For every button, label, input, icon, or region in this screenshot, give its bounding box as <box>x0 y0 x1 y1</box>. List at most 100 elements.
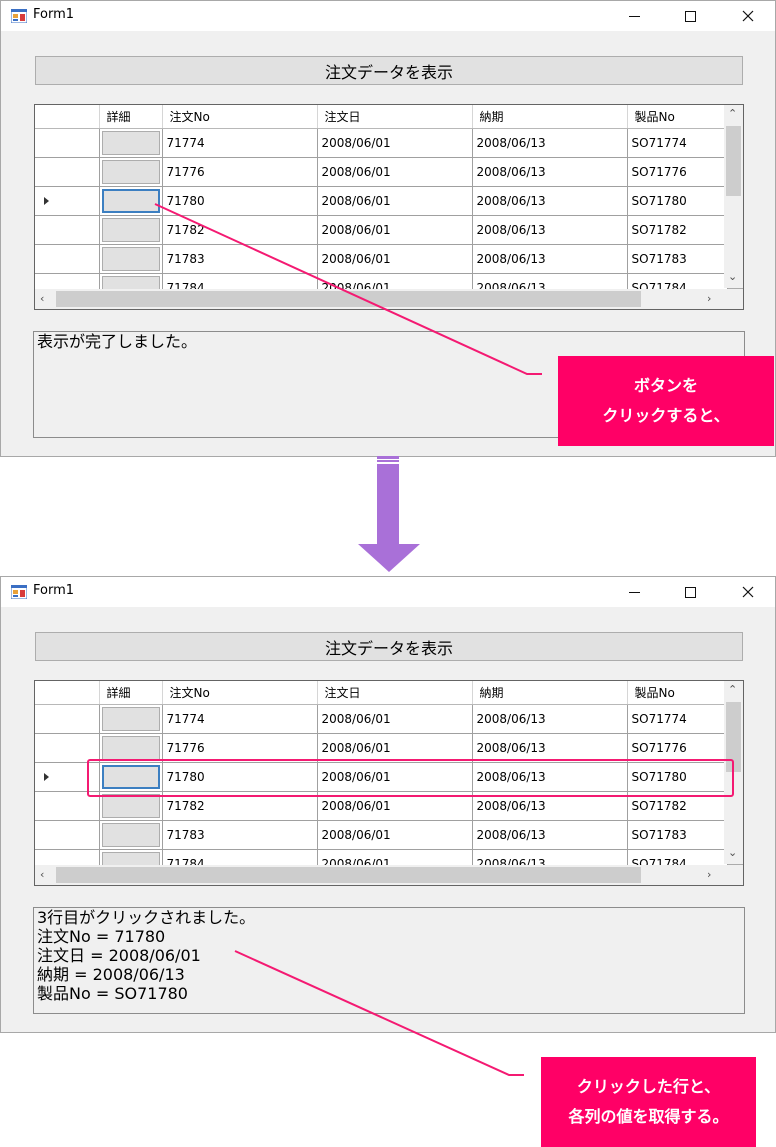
detail-cell-button[interactable] <box>101 706 160 731</box>
scroll-right-icon[interactable]: › <box>707 293 711 304</box>
row-header[interactable] <box>35 186 100 216</box>
column-header[interactable]: 詳細 <box>99 105 163 129</box>
column-header[interactable]: 納期 <box>472 681 628 705</box>
cell-order-no[interactable]: 71776 <box>162 733 318 763</box>
cell-order-no[interactable]: 71774 <box>162 704 318 734</box>
cell-product-no[interactable]: SO71782 <box>627 791 728 821</box>
table-row[interactable]: 71774 2008/06/01 2008/06/13 SO71774 <box>35 128 728 158</box>
scroll-up-icon[interactable]: ⌃ <box>728 108 737 119</box>
table-row[interactable]: 71774 2008/06/01 2008/06/13 SO71774 <box>35 704 728 734</box>
cell-due-date[interactable]: 2008/06/13 <box>472 704 628 734</box>
cell-order-date[interactable]: 2008/06/01 <box>317 762 473 792</box>
cell-product-no[interactable]: SO71780 <box>627 186 728 216</box>
cell-product-no[interactable]: SO71780 <box>627 762 728 792</box>
column-header[interactable]: 詳細 <box>99 681 163 705</box>
vertical-scrollbar[interactable]: ⌃ ⌄ <box>724 681 743 864</box>
row-header[interactable] <box>35 215 100 245</box>
column-header[interactable]: 注文No <box>162 681 318 705</box>
horizontal-scrollbar[interactable]: ‹ › <box>35 289 724 309</box>
cell-product-no[interactable]: SO71776 <box>627 733 728 763</box>
row-header[interactable] <box>35 244 100 274</box>
cell-product-no[interactable]: SO71774 <box>627 704 728 734</box>
detail-cell-button[interactable] <box>101 188 160 213</box>
cell-order-no[interactable]: 71780 <box>162 186 318 216</box>
table-row[interactable]: 71782 2008/06/01 2008/06/13 SO71782 <box>35 215 728 245</box>
detail-cell-button[interactable] <box>101 159 160 184</box>
cell-order-date[interactable]: 2008/06/01 <box>317 791 473 821</box>
cell-order-no[interactable]: 71783 <box>162 820 318 850</box>
scroll-thumb[interactable] <box>56 291 641 307</box>
scroll-down-icon[interactable]: ⌄ <box>728 847 737 858</box>
cell-order-no[interactable]: 71774 <box>162 128 318 158</box>
detail-cell-button[interactable] <box>101 764 160 789</box>
row-header[interactable] <box>35 733 100 763</box>
close-icon[interactable] <box>725 577 771 607</box>
detail-cell-button[interactable] <box>101 217 160 242</box>
cell-product-no[interactable]: SO71782 <box>627 215 728 245</box>
horizontal-scrollbar[interactable]: ‹ › <box>35 865 724 885</box>
cell-due-date[interactable]: 2008/06/13 <box>472 244 628 274</box>
cell-product-no[interactable]: SO71774 <box>627 128 728 158</box>
cell-product-no[interactable]: SO71783 <box>627 820 728 850</box>
cell-product-no[interactable]: SO71783 <box>627 244 728 274</box>
cell-order-date[interactable]: 2008/06/01 <box>317 244 473 274</box>
column-header[interactable] <box>35 105 100 129</box>
row-header[interactable] <box>35 820 100 850</box>
cell-product-no[interactable]: SO71776 <box>627 157 728 187</box>
cell-order-date[interactable]: 2008/06/01 <box>317 733 473 763</box>
show-orders-button[interactable]: 注文データを表示 <box>35 56 743 85</box>
table-row[interactable]: 71783 2008/06/01 2008/06/13 SO71783 <box>35 244 728 274</box>
detail-cell-button[interactable] <box>101 793 160 818</box>
cell-due-date[interactable]: 2008/06/13 <box>472 762 628 792</box>
scroll-thumb[interactable] <box>726 702 741 772</box>
row-header[interactable] <box>35 704 100 734</box>
column-header[interactable]: 製品No <box>627 105 728 129</box>
detail-cell-button[interactable] <box>101 130 160 155</box>
scroll-down-icon[interactable]: ⌄ <box>728 271 737 282</box>
minimize-icon[interactable] <box>611 577 657 607</box>
cell-order-date[interactable]: 2008/06/01 <box>317 215 473 245</box>
scroll-thumb[interactable] <box>726 126 741 196</box>
cell-due-date[interactable]: 2008/06/13 <box>472 215 628 245</box>
row-header[interactable] <box>35 791 100 821</box>
column-header[interactable]: 注文日 <box>317 681 473 705</box>
column-header[interactable] <box>35 681 100 705</box>
orders-grid[interactable]: 詳細 注文No 注文日 納期 製品No 71774 2008/06/01 2008/06/13… <box>34 104 744 310</box>
cell-order-date[interactable]: 2008/06/01 <box>317 704 473 734</box>
maximize-icon[interactable] <box>667 577 713 607</box>
cell-order-no[interactable]: 71783 <box>162 244 318 274</box>
cell-order-no[interactable]: 71782 <box>162 215 318 245</box>
table-row[interactable]: 71780 2008/06/01 2008/06/13 SO71780 <box>35 762 728 792</box>
title-bar[interactable]: Form1 <box>1 577 775 607</box>
cell-due-date[interactable]: 2008/06/13 <box>472 186 628 216</box>
cell-order-no[interactable]: 71782 <box>162 791 318 821</box>
cell-due-date[interactable]: 2008/06/13 <box>472 820 628 850</box>
close-icon[interactable] <box>725 1 771 31</box>
table-row[interactable]: 71776 2008/06/01 2008/06/13 SO71776 <box>35 733 728 763</box>
title-bar[interactable]: Form1 <box>1 1 775 31</box>
column-header[interactable]: 注文日 <box>317 105 473 129</box>
minimize-icon[interactable] <box>611 1 657 31</box>
column-header[interactable]: 注文No <box>162 105 318 129</box>
maximize-icon[interactable] <box>667 1 713 31</box>
cell-order-no[interactable]: 71780 <box>162 762 318 792</box>
scroll-left-icon[interactable]: ‹ <box>40 869 44 880</box>
result-textbox[interactable]: 3行目がクリックされました。 注文No = 71780 注文日 = 2008/06/… <box>33 907 745 1014</box>
scroll-up-icon[interactable]: ⌃ <box>728 684 737 695</box>
column-header[interactable]: 納期 <box>472 105 628 129</box>
vertical-scrollbar[interactable]: ⌃ ⌄ <box>724 105 743 288</box>
table-row[interactable]: 71780 2008/06/01 2008/06/13 SO71780 <box>35 186 728 216</box>
table-row[interactable]: 71776 2008/06/01 2008/06/13 SO71776 <box>35 157 728 187</box>
scroll-right-icon[interactable]: › <box>707 869 711 880</box>
row-header[interactable] <box>35 157 100 187</box>
cell-due-date[interactable]: 2008/06/13 <box>472 128 628 158</box>
detail-cell-button[interactable] <box>101 246 160 271</box>
detail-cell-button[interactable] <box>101 735 160 760</box>
cell-order-date[interactable]: 2008/06/01 <box>317 186 473 216</box>
cell-order-date[interactable]: 2008/06/01 <box>317 128 473 158</box>
orders-grid[interactable]: 詳細 注文No 注文日 納期 製品No 71774 2008/06/01 2008/06/13… <box>34 680 744 886</box>
table-row[interactable]: 71782 2008/06/01 2008/06/13 SO71782 <box>35 791 728 821</box>
table-row[interactable]: 71783 2008/06/01 2008/06/13 SO71783 <box>35 820 728 850</box>
cell-due-date[interactable]: 2008/06/13 <box>472 733 628 763</box>
cell-order-no[interactable]: 71776 <box>162 157 318 187</box>
